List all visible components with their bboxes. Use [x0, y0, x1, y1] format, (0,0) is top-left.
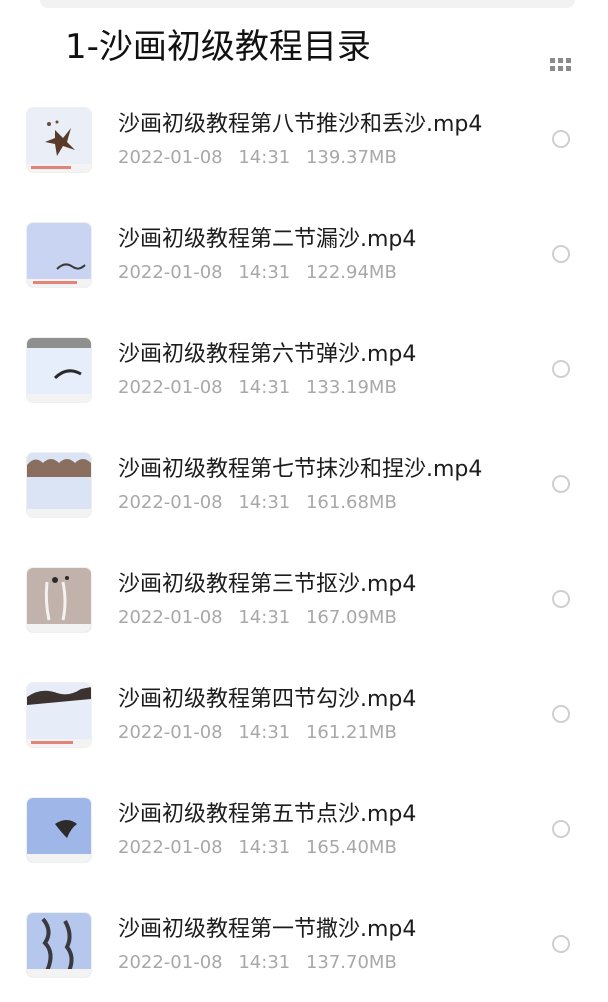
- file-meta: 2022-01-08 14:31 122.94MB: [118, 261, 407, 285]
- file-time: 14:31: [238, 492, 291, 513]
- file-size: 167.09MB: [305, 607, 397, 628]
- video-thumbnail-icon: [27, 913, 91, 977]
- video-thumbnail-icon: [27, 453, 91, 517]
- select-radio[interactable]: [552, 820, 570, 838]
- file-date: 2022-01-08: [118, 262, 223, 283]
- file-row[interactable]: 沙画初级教程第五节点沙.mp4 2022-01-08 14:31 165.40M…: [0, 772, 608, 887]
- file-meta: 2022-01-08 14:31 161.68MB: [118, 491, 407, 515]
- file-time: 14:31: [238, 147, 291, 168]
- file-time: 14:31: [238, 952, 291, 973]
- file-name: 沙画初级教程第一节撒沙.mp4: [118, 917, 417, 942]
- file-time: 14:31: [238, 377, 291, 398]
- file-size: 137.70MB: [305, 952, 397, 973]
- file-meta: 2022-01-08 14:31 167.09MB: [118, 606, 407, 630]
- video-thumbnail-icon: [27, 108, 91, 172]
- file-list: 沙画初级教程第八节推沙和丢沙.mp4 2022-01-08 14:31 139.…: [0, 82, 608, 1002]
- file-date: 2022-01-08: [118, 837, 223, 858]
- file-date: 2022-01-08: [118, 607, 223, 628]
- file-size: 139.37MB: [305, 147, 397, 168]
- file-name: 沙画初级教程第八节推沙和丢沙.mp4: [118, 112, 483, 137]
- select-radio[interactable]: [552, 590, 570, 608]
- file-row[interactable]: 沙画初级教程第四节勾沙.mp4 2022-01-08 14:31 161.21M…: [0, 657, 608, 772]
- file-time: 14:31: [238, 262, 291, 283]
- file-meta: 2022-01-08 14:31 161.21MB: [118, 721, 407, 745]
- file-size: 161.68MB: [305, 492, 397, 513]
- file-size: 161.21MB: [305, 722, 397, 743]
- video-thumbnail-icon: [27, 683, 91, 747]
- select-radio[interactable]: [552, 245, 570, 263]
- file-date: 2022-01-08: [118, 377, 223, 398]
- file-meta: 2022-01-08 14:31 133.19MB: [118, 376, 407, 400]
- file-time: 14:31: [238, 607, 291, 628]
- file-date: 2022-01-08: [118, 722, 223, 743]
- file-size: 133.19MB: [305, 377, 397, 398]
- select-radio[interactable]: [552, 130, 570, 148]
- file-date: 2022-01-08: [118, 952, 223, 973]
- file-name: 沙画初级教程第六节弹沙.mp4: [118, 342, 417, 367]
- file-row[interactable]: 沙画初级教程第八节推沙和丢沙.mp4 2022-01-08 14:31 139.…: [0, 82, 608, 197]
- file-date: 2022-01-08: [118, 147, 223, 168]
- file-time: 14:31: [238, 722, 291, 743]
- file-name: 沙画初级教程第七节抹沙和捏沙.mp4: [118, 457, 483, 482]
- file-meta: 2022-01-08 14:31 137.70MB: [118, 951, 407, 975]
- file-meta: 2022-01-08 14:31 165.40MB: [118, 836, 407, 860]
- file-row[interactable]: 沙画初级教程第二节漏沙.mp4 2022-01-08 14:31 122.94M…: [0, 197, 608, 312]
- select-radio[interactable]: [552, 705, 570, 723]
- header: 1-沙画初级教程目录: [0, 0, 608, 90]
- video-thumbnail-icon: [27, 338, 91, 402]
- video-thumbnail-icon: [27, 568, 91, 632]
- file-time: 14:31: [238, 837, 291, 858]
- file-name: 沙画初级教程第二节漏沙.mp4: [118, 227, 417, 252]
- file-row[interactable]: 沙画初级教程第一节撒沙.mp4 2022-01-08 14:31 137.70M…: [0, 887, 608, 1002]
- file-row[interactable]: 沙画初级教程第七节抹沙和捏沙.mp4 2022-01-08 14:31 161.…: [0, 427, 608, 542]
- grid-view-icon[interactable]: [550, 58, 572, 72]
- file-date: 2022-01-08: [118, 492, 223, 513]
- video-thumbnail-icon: [27, 223, 91, 287]
- select-radio[interactable]: [552, 360, 570, 378]
- select-radio[interactable]: [552, 935, 570, 953]
- file-row[interactable]: 沙画初级教程第三节抠沙.mp4 2022-01-08 14:31 167.09M…: [0, 542, 608, 657]
- page-title: 1-沙画初级教程目录: [65, 27, 371, 67]
- file-name: 沙画初级教程第五节点沙.mp4: [118, 802, 417, 827]
- file-row[interactable]: 沙画初级教程第六节弹沙.mp4 2022-01-08 14:31 133.19M…: [0, 312, 608, 427]
- video-thumbnail-icon: [27, 798, 91, 862]
- file-size: 165.40MB: [305, 837, 397, 858]
- file-meta: 2022-01-08 14:31 139.37MB: [118, 146, 407, 170]
- file-size: 122.94MB: [305, 262, 397, 283]
- select-radio[interactable]: [552, 475, 570, 493]
- file-name: 沙画初级教程第三节抠沙.mp4: [118, 572, 417, 597]
- file-name: 沙画初级教程第四节勾沙.mp4: [118, 687, 417, 712]
